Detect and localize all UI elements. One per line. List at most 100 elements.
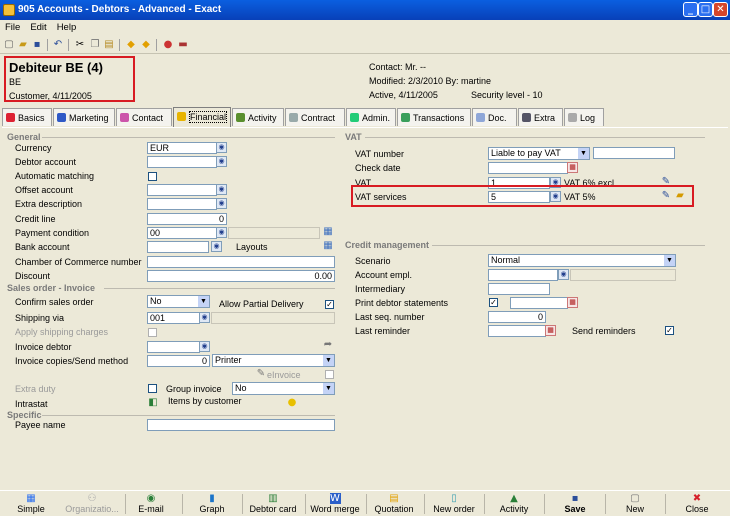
- save-button[interactable]: ▪ Save: [546, 492, 604, 516]
- bank-account-field[interactable]: [147, 241, 209, 253]
- find-icon[interactable]: ●: [162, 39, 174, 51]
- shipping-via-lookup-icon[interactable]: ◉: [199, 312, 210, 323]
- debtor-account-label: Debtor account: [15, 157, 77, 167]
- header-active: Active, 4/11/2005: [369, 90, 438, 100]
- payment-condition-detail-icon[interactable]: ▦: [322, 226, 334, 238]
- bank-account-lookup-icon[interactable]: ◉: [211, 241, 222, 252]
- email-button[interactable]: ◉ E-mail: [122, 492, 180, 516]
- tab-marketing[interactable]: Marketing: [53, 108, 115, 126]
- payee-name-field[interactable]: [147, 419, 335, 431]
- tab-activity[interactable]: Activity: [232, 108, 284, 126]
- graph-button[interactable]: ▮ Graph: [183, 492, 241, 516]
- new-order-icon: ▯: [451, 493, 457, 504]
- print-statements-date-field[interactable]: [510, 297, 568, 309]
- chevron-down-icon: ▼: [323, 383, 334, 394]
- tab-financial[interactable]: Financial: [173, 107, 231, 127]
- check-date-field[interactable]: [488, 162, 568, 174]
- next-icon[interactable]: ◆: [140, 39, 152, 51]
- currency-lookup-icon[interactable]: ◉: [216, 142, 227, 153]
- vat-number-select[interactable]: Liable to pay VAT ▼: [488, 147, 590, 160]
- tab-log[interactable]: Log: [564, 108, 604, 126]
- credit-line-field[interactable]: 0: [147, 213, 227, 225]
- close-window-button[interactable]: ✕: [713, 2, 728, 17]
- confirm-sales-order-select[interactable]: No ▼: [147, 295, 210, 308]
- tab-basics[interactable]: Basics: [2, 108, 52, 126]
- header-security: Security level - 10: [471, 90, 543, 100]
- new-order-button[interactable]: ▯ New order: [425, 492, 483, 516]
- tab-transactions[interactable]: Transactions: [397, 108, 471, 126]
- invoice-debtor-field[interactable]: [147, 341, 200, 353]
- calendar-icon[interactable]: ▦: [545, 325, 556, 336]
- account-employee-lookup-icon[interactable]: ◉: [558, 269, 569, 280]
- activity-button[interactable]: ▲ Activity: [485, 492, 543, 516]
- payment-condition-field[interactable]: 00: [147, 227, 217, 239]
- send-reminders-checkbox[interactable]: ✓: [665, 326, 674, 335]
- menu-help[interactable]: Help: [52, 20, 82, 33]
- cut-icon[interactable]: ✂: [74, 39, 86, 51]
- calendar-icon[interactable]: ▦: [567, 162, 578, 173]
- tab-doc[interactable]: Doc.: [472, 108, 517, 126]
- previous-icon[interactable]: ◆: [125, 39, 137, 51]
- coc-number-field[interactable]: [147, 256, 335, 268]
- vat-number-field[interactable]: [593, 147, 675, 159]
- invoice-copies-field[interactable]: 0: [147, 355, 210, 367]
- send-reminders-label: Send reminders: [572, 326, 636, 336]
- save-disk-icon[interactable]: ▪: [31, 39, 43, 51]
- lightbulb-icon[interactable]: ●: [286, 397, 298, 409]
- menu-edit[interactable]: Edit: [25, 20, 51, 33]
- currency-field[interactable]: EUR: [147, 142, 217, 154]
- discount-field[interactable]: 0.00: [147, 270, 335, 282]
- debtor-account-field[interactable]: [147, 156, 217, 168]
- auto-matching-checkbox[interactable]: [148, 172, 157, 181]
- bank-account-detail-icon[interactable]: ▦: [322, 240, 334, 252]
- paperclip-icon: ✎: [256, 368, 266, 379]
- offset-account-lookup-icon[interactable]: ◉: [216, 184, 227, 195]
- new-doc-icon[interactable]: ▢: [3, 39, 15, 51]
- print-statements-checkbox[interactable]: ✓: [489, 298, 498, 307]
- group-invoice-select[interactable]: No ▼: [232, 382, 335, 395]
- last-reminder-field[interactable]: [488, 325, 546, 337]
- debtor-card-button[interactable]: ▥ Debtor card: [242, 492, 304, 516]
- tab-contact[interactable]: Contact: [116, 108, 172, 126]
- new-doc-icon: ▢: [630, 493, 640, 504]
- tab-extra[interactable]: Extra: [518, 108, 563, 126]
- auto-matching-label: Automatic matching: [15, 171, 95, 181]
- quotation-button[interactable]: ▤ Quotation: [365, 492, 423, 516]
- simple-button[interactable]: ▦ Simple: [2, 492, 60, 516]
- copy-icon[interactable]: ❐: [89, 39, 101, 51]
- undo-icon[interactable]: ↶: [52, 39, 64, 51]
- maximize-button[interactable]: □: [698, 2, 713, 17]
- offset-account-field[interactable]: [147, 184, 217, 196]
- shipping-via-field[interactable]: 001: [147, 312, 200, 324]
- last-seq-number-field[interactable]: 0: [488, 311, 546, 323]
- invoice-debtor-link-icon[interactable]: ➦: [322, 339, 334, 351]
- close-button[interactable]: ✖ Close: [668, 492, 726, 516]
- open-folder-icon[interactable]: ▰: [17, 39, 29, 51]
- extra-duty-checkbox[interactable]: [148, 384, 157, 393]
- intermediary-field[interactable]: [488, 283, 550, 295]
- new-button[interactable]: ▢ New: [606, 492, 664, 516]
- organization-icon: ⚇: [87, 493, 97, 504]
- calendar-icon[interactable]: ▦: [567, 297, 578, 308]
- minimize-button[interactable]: _: [683, 2, 698, 17]
- extra-description-lookup-icon[interactable]: ◉: [216, 198, 227, 209]
- menu-file[interactable]: File: [0, 20, 25, 33]
- tab-contract[interactable]: Contract: [285, 108, 345, 126]
- book-icon[interactable]: ▬: [177, 39, 189, 51]
- allow-partial-delivery-checkbox[interactable]: ✓: [325, 300, 334, 309]
- extra-description-field[interactable]: [147, 198, 217, 210]
- account-employee-field[interactable]: [488, 269, 558, 281]
- chevron-down-icon: ▼: [198, 296, 209, 307]
- debtor-account-lookup-icon[interactable]: ◉: [216, 156, 227, 167]
- confirm-sales-order-label: Confirm sales order: [15, 297, 94, 307]
- intrastat-label: Intrastat: [15, 399, 48, 409]
- word-merge-button[interactable]: W Word merge: [304, 492, 366, 516]
- invoice-debtor-lookup-icon[interactable]: ◉: [199, 341, 210, 352]
- scenario-select[interactable]: Normal ▼: [488, 254, 676, 267]
- payment-condition-lookup-icon[interactable]: ◉: [216, 227, 227, 238]
- email-icon: ◉: [146, 493, 156, 504]
- paste-icon[interactable]: ▤: [103, 39, 115, 51]
- intrastat-icon[interactable]: ◧: [147, 397, 159, 409]
- send-method-select[interactable]: Printer ▼: [212, 354, 335, 367]
- tab-admin[interactable]: Admin.: [346, 108, 396, 126]
